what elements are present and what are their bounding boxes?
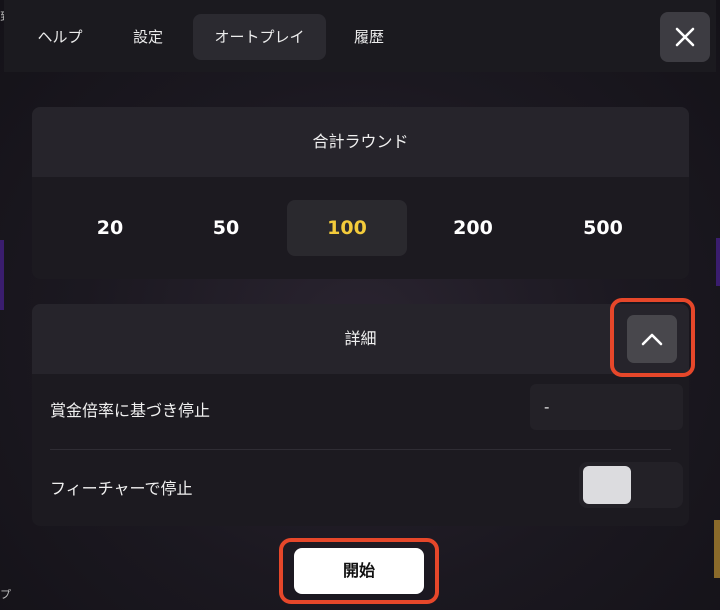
round-option-200[interactable]: 200 (413, 200, 533, 256)
autoplay-panel: 到 プ ヘルプ 設定 オートプレイ 履歴 合計ラウンド 20 50 100 20… (0, 0, 720, 610)
stop-on-feature-label: フィーチャーで停止 (50, 479, 193, 498)
background-glyph-bottom: プ (0, 588, 11, 601)
close-button[interactable] (660, 12, 710, 62)
total-rounds-title: 合計ラウンド (32, 107, 689, 177)
background-edge-right (716, 238, 720, 286)
tab-settings[interactable]: 設定 (116, 14, 180, 60)
tab-autoplay[interactable]: オートプレイ (193, 14, 326, 60)
round-option-20[interactable]: 20 (50, 200, 170, 256)
tab-bar: ヘルプ 設定 オートプレイ 履歴 (4, 0, 716, 72)
background-edge-left (0, 240, 4, 310)
details-title: 詳細 (32, 304, 689, 374)
toggle-knob (583, 466, 631, 504)
stop-on-feature-toggle[interactable] (579, 462, 683, 508)
round-option-500[interactable]: 500 (543, 200, 663, 256)
tab-history[interactable]: 履歴 (337, 14, 401, 60)
background-edge-right-gold (714, 520, 720, 578)
highlight-collapse-button (610, 298, 695, 377)
start-button[interactable]: 開始 (294, 548, 424, 594)
close-icon (675, 27, 695, 47)
total-rounds-card: 合計ラウンド 20 50 100 200 500 (32, 107, 689, 279)
tab-help[interactable]: ヘルプ (24, 14, 96, 60)
stop-on-multiplier-label: 賞金倍率に基づき停止 (50, 401, 211, 420)
row-divider (50, 449, 671, 450)
round-option-100[interactable]: 100 (287, 200, 407, 256)
stop-on-multiplier-input[interactable]: - (530, 384, 683, 430)
round-option-50[interactable]: 50 (166, 200, 286, 256)
details-card: 詳細 賞金倍率に基づき停止 - フィーチャーで停止 (32, 304, 689, 526)
